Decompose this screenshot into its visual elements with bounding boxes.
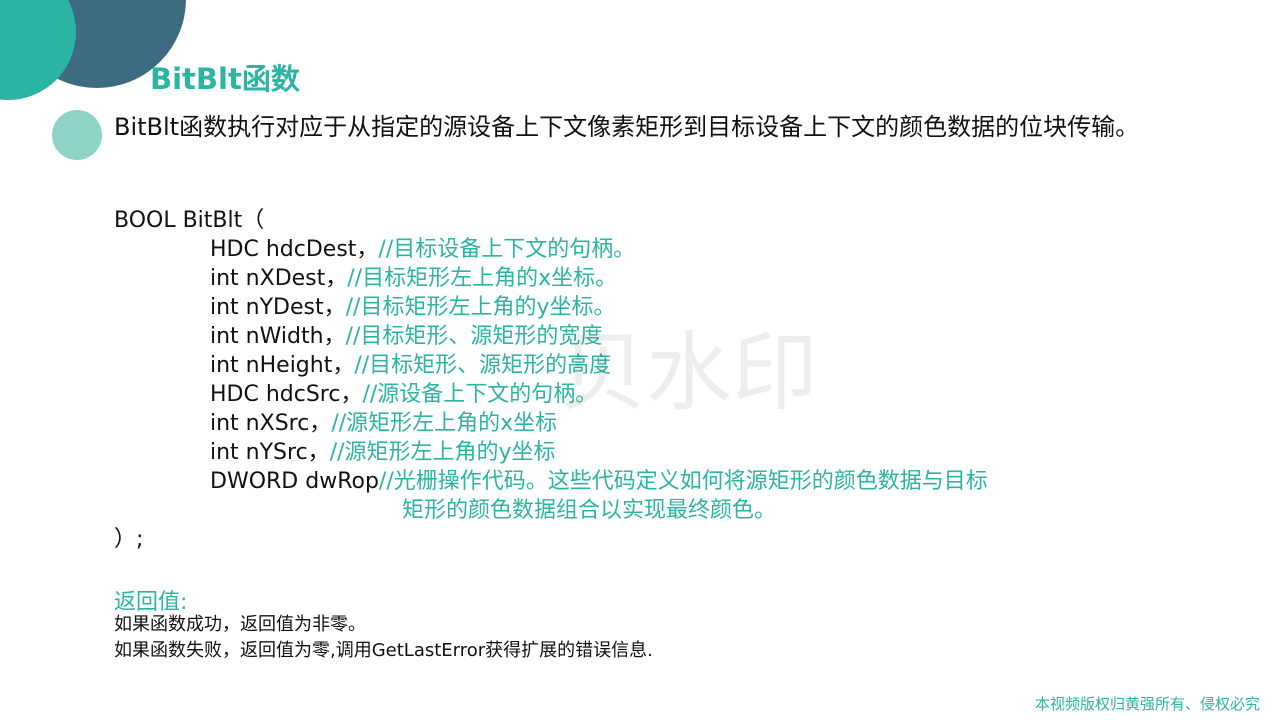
param-line: int nXDest，//目标矩形左上角的x坐标。 <box>114 264 988 293</box>
param-line: HDC hdcDest，//目标设备上下文的句柄。 <box>114 235 988 264</box>
slide-title: BitBlt函数 <box>150 62 300 96</box>
return-lines: 如果函数成功，返回值为非零。 如果函数失败，返回值为零,调用GetLastErr… <box>114 612 653 664</box>
param-decl: DWORD dwRop <box>210 469 379 494</box>
param-comment: //目标矩形左上角的y坐标。 <box>345 295 616 320</box>
code-close: ）; <box>114 527 144 552</box>
param-comment: //源矩形左上角的y坐标 <box>329 440 556 465</box>
param-line: HDC hdcSrc，//源设备上下文的句柄。 <box>114 380 988 409</box>
param-comment: //目标设备上下文的句柄。 <box>378 237 636 262</box>
param-line: int nXSrc，//源矩形左上角的x坐标 <box>114 409 988 438</box>
param-line: int nYSrc，//源矩形左上角的y坐标 <box>114 438 988 467</box>
param-comment: //目标矩形、源矩形的宽度 <box>345 324 603 349</box>
bullet-circle-icon <box>52 110 102 160</box>
param-comment: //源矩形左上角的x坐标 <box>331 411 558 436</box>
param-decl: int nYDest， <box>210 295 346 320</box>
param-decl: int nYSrc， <box>210 440 330 465</box>
param-line: int nHeight，//目标矩形、源矩形的高度 <box>114 351 988 380</box>
param-decl: int nXSrc， <box>210 411 332 436</box>
param-comment: //目标矩形左上角的x坐标。 <box>347 266 618 291</box>
param-decl: HDC hdcSrc， <box>210 382 363 407</box>
intro-text: BitBlt函数执行对应于从指定的源设备上下文像素矩形到目标设备上下文的颜色数据… <box>114 113 1140 141</box>
return-line-failure: 如果函数失败，返回值为零,调用GetLastError获得扩展的错误信息. <box>114 640 653 661</box>
code-open: BOOL BitBlt（ <box>114 208 265 233</box>
return-line-success: 如果函数成功，返回值为非零。 <box>114 614 366 635</box>
param-line: int nYDest，//目标矩形左上角的y坐标。 <box>114 293 988 322</box>
param-comment: //目标矩形、源矩形的高度 <box>354 353 612 378</box>
param-comment: //光栅操作代码。这些代码定义如何将源矩形的颜色数据与目标 <box>378 469 988 494</box>
param-decl: int nWidth， <box>210 324 346 349</box>
function-signature: BOOL BitBlt（ HDC hdcDest，//目标设备上下文的句柄。 i… <box>114 206 988 554</box>
comment-continuation: 矩形的颜色数据组合以实现最终颜色。 <box>402 498 777 523</box>
param-line: DWORD dwRop//光栅操作代码。这些代码定义如何将源矩形的颜色数据与目标 <box>114 467 988 496</box>
param-decl: HDC hdcDest， <box>210 237 379 262</box>
decor-circle-teal <box>0 0 76 100</box>
param-decl: int nHeight， <box>210 353 355 378</box>
param-line: int nWidth，//目标矩形、源矩形的宽度 <box>114 322 988 351</box>
param-comment: //源设备上下文的句柄。 <box>362 382 598 407</box>
param-decl: int nXDest， <box>210 266 348 291</box>
copyright-footer: 本视频版权归黄强所有、侵权必究 <box>1034 695 1260 713</box>
